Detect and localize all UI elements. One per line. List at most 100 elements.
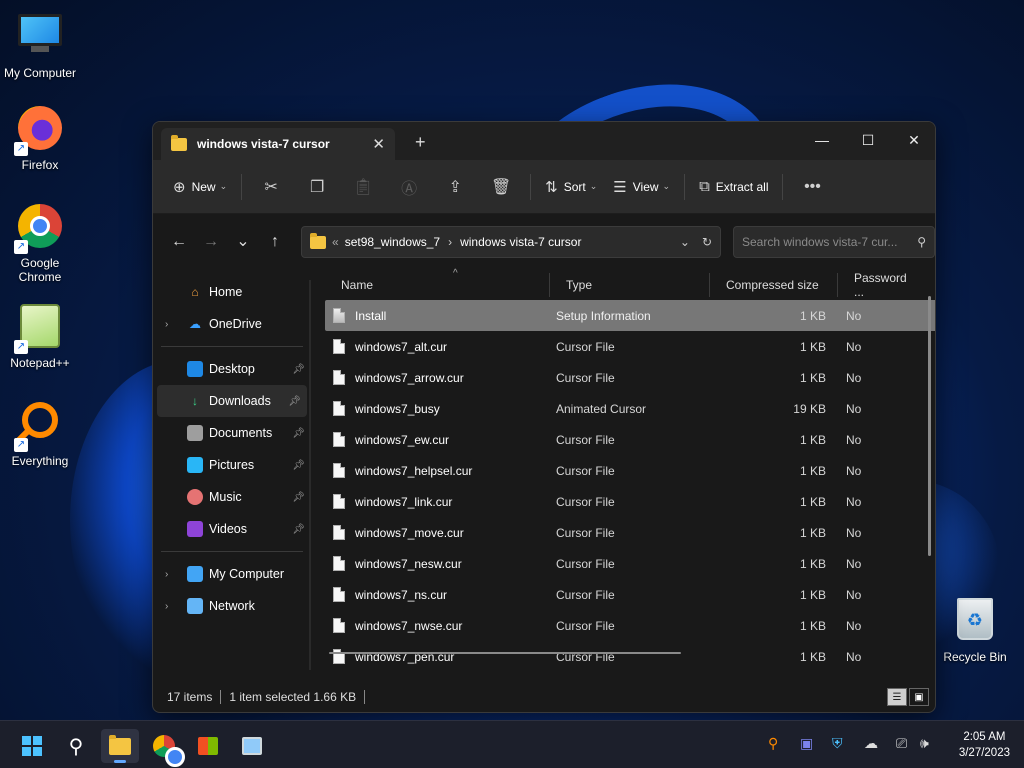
file-row[interactable]: windows7_nesw.cur Cursor File 1 KB No — [325, 548, 935, 579]
back-button[interactable]: ← — [163, 226, 195, 258]
file-row[interactable]: windows7_arrow.cur Cursor File 1 KB No — [325, 362, 935, 393]
security-shield-icon[interactable]: ⛨ — [832, 735, 843, 752]
new-button[interactable]: ⊕ New ⌄ — [165, 171, 235, 203]
file-type: Cursor File — [556, 494, 615, 509]
view-button-label: View — [632, 179, 659, 194]
nav-item-documents[interactable]: Documents 📌︎ — [153, 417, 311, 449]
cut-button[interactable]: ✂ — [248, 171, 294, 203]
document-icon — [187, 425, 203, 441]
nav-item-my-computer[interactable]: › My Computer — [153, 558, 311, 590]
address-bar[interactable]: « set98_windows_7 › windows vista-7 curs… — [301, 226, 721, 258]
teams-icon[interactable]: ▣ — [800, 735, 813, 752]
desktop-icon-everything[interactable]: ↗ Everything — [2, 398, 78, 468]
column-header-name[interactable]: Name — [325, 273, 550, 297]
file-password: No — [846, 587, 862, 602]
new-tab-button[interactable]: + — [415, 132, 426, 153]
forward-button[interactable]: → — [195, 226, 227, 258]
desktop-icon-recycle-bin[interactable]: ♻ Recycle Bin — [937, 596, 1013, 664]
view-toggle: ☰ ▣ — [885, 688, 929, 706]
search-box[interactable]: ⚲ — [733, 226, 935, 258]
refresh-icon[interactable]: ↻ — [702, 235, 712, 249]
pin-icon: 📌︎ — [292, 523, 305, 535]
copy-button[interactable]: ❐ — [294, 171, 340, 203]
minimize-button[interactable]: — — [799, 126, 845, 154]
nav-item-label: Videos — [209, 522, 247, 536]
details-view-button[interactable]: ☰ — [887, 688, 907, 706]
volume-icon[interactable]: 🕪︎ — [920, 735, 929, 752]
start-button[interactable] — [13, 729, 51, 763]
up-button[interactable]: ↑ — [259, 226, 291, 258]
breadcrumb-overflow[interactable]: « — [332, 235, 339, 249]
taskbar-chrome[interactable] — [145, 729, 185, 767]
sort-ascending-icon: ^ — [453, 268, 458, 279]
chrome-icon — [153, 735, 185, 767]
rename-button[interactable]: Ⓐ — [386, 171, 432, 203]
column-header-password[interactable]: Password ... — [838, 271, 918, 299]
network-icon[interactable]: ⎚ — [896, 735, 907, 752]
search-button[interactable]: ⚲ — [57, 729, 95, 763]
file-row[interactable]: windows7_helpsel.cur Cursor File 1 KB No — [325, 455, 935, 486]
search-icon[interactable]: ⚲ — [917, 235, 926, 249]
taskbar-file-explorer[interactable] — [101, 729, 139, 763]
clock[interactable]: 2:05 AM 3/27/2023 — [959, 729, 1010, 761]
horizontal-scrollbar[interactable] — [329, 652, 681, 654]
desktop-icon-chrome[interactable]: ↗ Google Chrome — [2, 202, 78, 284]
more-options-button[interactable]: ••• — [789, 171, 835, 203]
file-row[interactable]: windows7_move.cur Cursor File 1 KB No — [325, 517, 935, 548]
file-rows: Install Setup Information 1 KB No windows7_a… — [325, 300, 935, 672]
file-name-cell: windows7_ns.cur — [325, 587, 550, 602]
share-button[interactable]: ⇪ — [432, 171, 478, 203]
chevron-right-icon[interactable]: › — [165, 319, 177, 330]
nav-item-onedrive[interactable]: › ☁ OneDrive — [153, 308, 311, 340]
title-bar[interactable]: windows vista-7 cursor ✕ + — ☐ ✕ — [153, 122, 935, 160]
chevron-right-icon[interactable]: › — [165, 601, 177, 612]
everything-tray-icon[interactable]: ⚲ — [768, 735, 778, 752]
desktop-icon-my-computer[interactable]: My Computer — [2, 10, 78, 80]
nav-item-pictures[interactable]: Pictures 📌︎ — [153, 449, 311, 481]
nav-item-label: Pictures — [209, 458, 255, 472]
vertical-scrollbar[interactable] — [928, 296, 931, 556]
paste-button[interactable]: 📋︎ — [340, 171, 386, 203]
column-header-type[interactable]: Type — [550, 273, 710, 297]
scissors-icon: ✂ — [264, 178, 278, 196]
file-row[interactable]: windows7_pen.cur Cursor File 1 KB No — [325, 641, 935, 672]
nav-item-home[interactable]: ⌂ Home — [153, 276, 311, 308]
desktop-icon-firefox[interactable]: ↗ Firefox — [2, 104, 78, 172]
nav-item-desktop[interactable]: Desktop 📌︎ — [153, 353, 311, 385]
file-row[interactable]: windows7_ew.cur Cursor File 1 KB No — [325, 424, 935, 455]
nav-item-music[interactable]: Music 📌︎ — [153, 481, 311, 513]
sort-button[interactable]: ⇅ Sort ⌄ — [537, 171, 605, 203]
file-row[interactable]: windows7_alt.cur Cursor File 1 KB No — [325, 331, 935, 362]
breadcrumb-item[interactable]: set98_windows_7 — [345, 235, 440, 249]
nav-item-videos[interactable]: Videos 📌︎ — [153, 513, 311, 545]
view-button[interactable]: ☰ View ⌄ — [605, 171, 678, 203]
nav-item-network[interactable]: › Network — [153, 590, 311, 622]
delete-button[interactable]: 🗑︎ — [478, 171, 524, 203]
file-type: Cursor File — [556, 618, 615, 633]
chevron-right-icon[interactable]: › — [165, 569, 177, 580]
tiles-view-button[interactable]: ▣ — [909, 688, 929, 706]
maximize-button[interactable]: ☐ — [845, 126, 891, 154]
file-row[interactable]: windows7_ns.cur Cursor File 1 KB No — [325, 579, 935, 610]
file-row[interactable]: windows7_busy Animated Cursor 19 KB No — [325, 393, 935, 424]
close-button[interactable]: ✕ — [891, 126, 935, 154]
new-button-label: New — [191, 179, 216, 194]
recent-locations-button[interactable]: ⌄ — [227, 226, 259, 258]
column-header-compressed-size[interactable]: Compressed size — [710, 273, 838, 297]
taskbar-app[interactable] — [233, 729, 271, 763]
extract-all-button[interactable]: ⧉ Extract all — [691, 171, 776, 203]
nav-item-downloads[interactable]: ↓ Downloads 📌︎ — [157, 385, 307, 417]
breadcrumb-item[interactable]: windows vista-7 cursor — [460, 235, 581, 249]
search-input[interactable] — [742, 235, 918, 249]
file-row[interactable]: Install Setup Information 1 KB No — [325, 300, 935, 331]
onedrive-icon[interactable]: ☁ — [864, 735, 878, 752]
tab-current-folder[interactable]: windows vista-7 cursor ✕ — [161, 128, 395, 160]
tab-close-icon[interactable]: ✕ — [372, 135, 385, 153]
address-dropdown-icon[interactable]: ⌄ — [680, 235, 690, 249]
file-row[interactable]: windows7_link.cur Cursor File 1 KB No — [325, 486, 935, 517]
taskbar-store[interactable] — [189, 729, 227, 763]
desktop-icon-notepadpp[interactable]: ↗ Notepad++ — [2, 302, 78, 370]
file-row[interactable]: windows7_nwse.cur Cursor File 1 KB No — [325, 610, 935, 641]
navigation-pane: ⌂ Home › ☁ OneDrive Desktop 📌︎ ↓ Downloa… — [153, 270, 311, 684]
file-size: 1 KB — [799, 494, 826, 509]
